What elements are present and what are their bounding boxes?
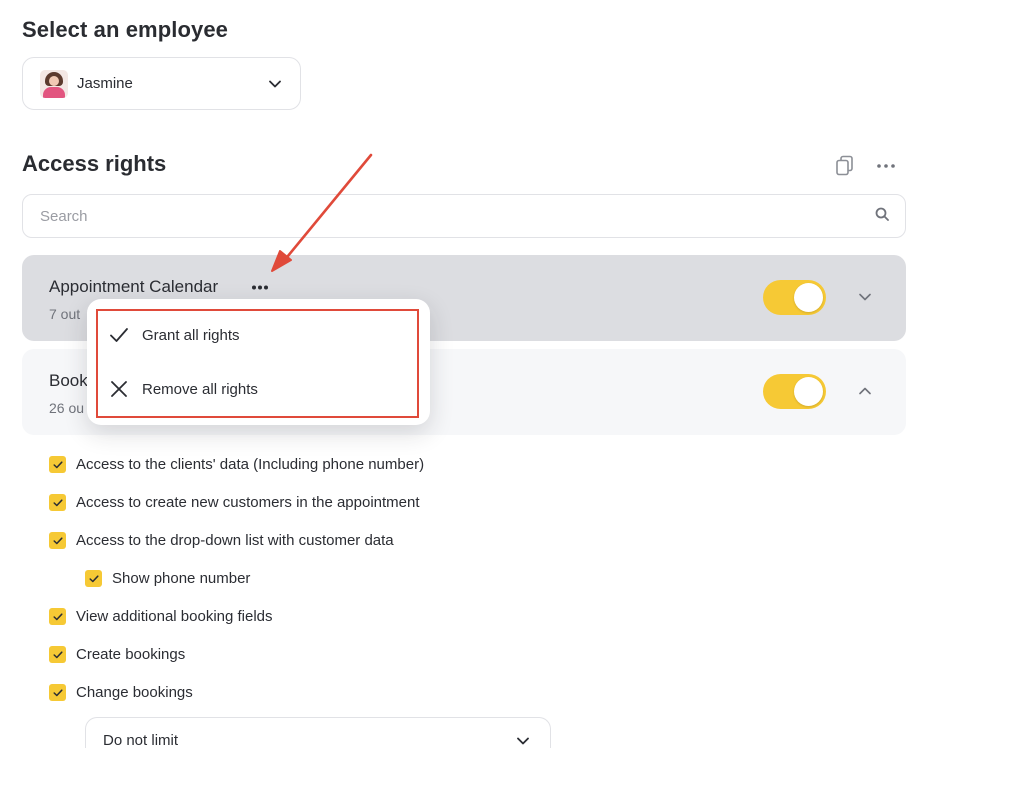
- permission-label: Change bookings: [76, 684, 193, 701]
- section-title: Book: [49, 371, 88, 390]
- checkbox-checked-icon[interactable]: [85, 570, 102, 587]
- copy-icon[interactable]: [834, 155, 856, 177]
- avatar: [40, 69, 68, 98]
- chevron-down-icon: [516, 734, 530, 748]
- chevron-down-icon: [268, 77, 282, 91]
- select-value: Do not limit: [103, 732, 179, 749]
- section-toggle[interactable]: [763, 374, 826, 409]
- permission-label: Create bookings: [76, 646, 186, 663]
- permission-label: Access to the clients' data (Including p…: [76, 456, 425, 473]
- checkbox-checked-icon[interactable]: [49, 532, 66, 549]
- section-title: Appointment Calendar: [49, 277, 219, 296]
- checkbox-checked-icon[interactable]: [49, 646, 66, 663]
- employee-name: Jasmine: [77, 75, 133, 92]
- permission-item[interactable]: View additional booking fields: [49, 608, 273, 625]
- more-options-icon[interactable]: [874, 155, 898, 177]
- permission-item[interactable]: Access to create new customers in the ap…: [49, 494, 420, 511]
- section-toggle[interactable]: [763, 280, 826, 315]
- permission-label: View additional booking fields: [76, 608, 273, 625]
- section-subtitle: 7 out: [49, 306, 81, 322]
- chevron-up-icon[interactable]: [857, 383, 873, 399]
- search-bar[interactable]: [22, 194, 906, 238]
- permission-label: Access to the drop-down list with custom…: [76, 532, 394, 549]
- select-employee-title: Select an employee: [22, 17, 229, 42]
- permission-item[interactable]: Access to the drop-down list with custom…: [49, 532, 394, 549]
- permission-item[interactable]: Create bookings: [49, 646, 185, 663]
- permission-item[interactable]: Show phone number: [85, 570, 250, 587]
- checkbox-checked-icon[interactable]: [49, 494, 66, 511]
- checkbox-checked-icon[interactable]: [49, 684, 66, 701]
- section-subtitle: 26 ou: [49, 400, 85, 416]
- section-more-icon[interactable]: [249, 277, 271, 297]
- employee-select[interactable]: Jasmine: [22, 57, 301, 110]
- annotation-highlight-box: [96, 309, 419, 418]
- checkbox-checked-icon[interactable]: [49, 608, 66, 625]
- access-rights-title: Access rights: [22, 151, 167, 176]
- permission-item[interactable]: Change bookings: [49, 684, 193, 701]
- chevron-down-icon[interactable]: [857, 289, 873, 305]
- permission-label: Show phone number: [112, 570, 251, 587]
- page-bottom-cutoff: [0, 748, 1024, 802]
- checkbox-checked-icon[interactable]: [49, 456, 66, 473]
- search-icon[interactable]: [875, 207, 889, 226]
- permission-item[interactable]: Access to the clients' data (Including p…: [49, 456, 424, 473]
- permission-label: Access to create new customers in the ap…: [76, 494, 420, 511]
- search-input[interactable]: [40, 207, 875, 225]
